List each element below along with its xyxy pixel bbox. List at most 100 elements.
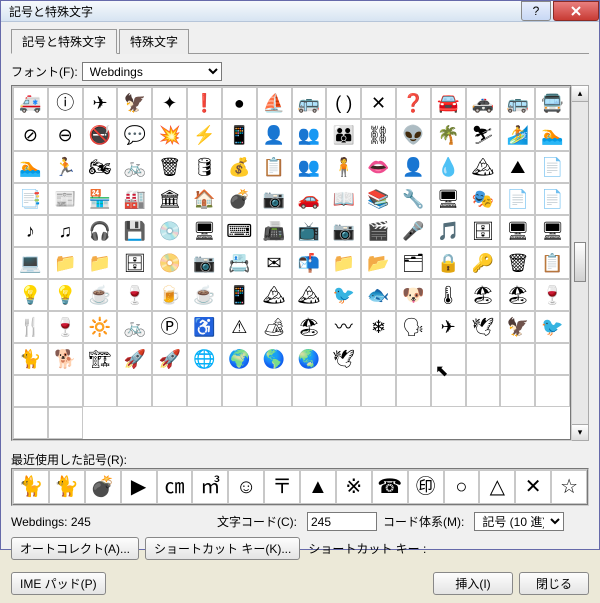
symbol-cell[interactable]: 💣 bbox=[222, 183, 257, 215]
symbol-cell[interactable] bbox=[48, 375, 83, 407]
symbol-cell[interactable]: 🖥 bbox=[431, 183, 466, 215]
symbol-cell[interactable]: 💿 bbox=[152, 215, 187, 247]
symbol-cell[interactable] bbox=[13, 407, 48, 439]
recent-symbol-cell[interactable]: △ bbox=[479, 470, 515, 504]
symbol-cell[interactable]: 👪 bbox=[326, 119, 361, 151]
symbol-cell[interactable]: 🚗 bbox=[292, 183, 327, 215]
symbol-cell[interactable] bbox=[292, 375, 327, 407]
symbol-cell[interactable] bbox=[13, 375, 48, 407]
symbol-cell[interactable]: 📁 bbox=[48, 247, 83, 279]
symbol-cell[interactable]: 🐶 bbox=[396, 279, 431, 311]
symbol-cell[interactable]: ⌨ bbox=[222, 215, 257, 247]
symbol-cell[interactable]: ✉ bbox=[257, 247, 292, 279]
symbol-cell[interactable]: ● bbox=[222, 87, 257, 119]
close-button[interactable]: 閉じる bbox=[519, 572, 589, 595]
symbol-cell[interactable]: 🚌 bbox=[500, 87, 535, 119]
symbol-cell[interactable]: 🚲 bbox=[117, 311, 152, 343]
symbol-cell[interactable] bbox=[466, 375, 501, 407]
symbol-cell[interactable]: 🚀 bbox=[117, 343, 152, 375]
symbol-cell[interactable]: 👥 bbox=[292, 151, 327, 183]
symbol-cell[interactable] bbox=[500, 343, 535, 375]
recent-symbol-cell[interactable]: ㎥ bbox=[192, 470, 228, 504]
symbol-cell[interactable]: 🦅 bbox=[500, 311, 535, 343]
symbol-cell[interactable]: 🐕 bbox=[48, 343, 83, 375]
recent-symbol-cell[interactable]: ▲ bbox=[300, 470, 336, 504]
symbol-cell[interactable]: 💾 bbox=[117, 215, 152, 247]
recent-symbol-cell[interactable]: ☎ bbox=[372, 470, 408, 504]
symbol-cell[interactable] bbox=[361, 375, 396, 407]
symbol-cell[interactable]: 🔆 bbox=[83, 311, 118, 343]
symbol-cell[interactable]: 🌴 bbox=[431, 119, 466, 151]
symbol-cell[interactable] bbox=[396, 343, 431, 375]
symbol-cell[interactable]: 📷 bbox=[187, 247, 222, 279]
recent-symbol-cell[interactable]: ☆ bbox=[551, 470, 587, 504]
recent-symbol-cell[interactable]: ㎝ bbox=[157, 470, 193, 504]
symbol-cell[interactable]: 📄 bbox=[535, 183, 570, 215]
symbol-cell[interactable]: 🐦 bbox=[535, 311, 570, 343]
symbol-cell[interactable]: ✦ bbox=[152, 87, 187, 119]
symbol-cell[interactable]: 🎧 bbox=[83, 215, 118, 247]
symbol-cell[interactable]: 🎵 bbox=[431, 215, 466, 247]
symbol-cell[interactable] bbox=[48, 407, 83, 439]
symbol-cell[interactable]: 🏖 bbox=[292, 311, 327, 343]
symbol-cell[interactable]: 🚲 bbox=[117, 151, 152, 183]
symbol-cell[interactable] bbox=[222, 375, 257, 407]
symbol-cell[interactable]: 🗑 bbox=[500, 247, 535, 279]
scroll-up-button[interactable]: ▴ bbox=[572, 86, 588, 102]
symbol-cell[interactable]: 🚓 bbox=[466, 87, 501, 119]
symbol-cell[interactable] bbox=[152, 375, 187, 407]
tab-1[interactable]: 特殊文字 bbox=[119, 29, 189, 54]
symbol-cell[interactable]: 🏠 bbox=[187, 183, 222, 215]
symbol-cell[interactable]: 📄 bbox=[535, 151, 570, 183]
symbol-cell[interactable] bbox=[83, 375, 118, 407]
symbol-cell[interactable]: 🦅 bbox=[117, 87, 152, 119]
symbol-cell[interactable]: 🖥 bbox=[535, 215, 570, 247]
symbol-cell[interactable]: ( ) bbox=[326, 87, 361, 119]
recent-symbol-cell[interactable]: ☺ bbox=[228, 470, 264, 504]
symbol-cell[interactable]: 🍺 bbox=[152, 279, 187, 311]
code-system-select[interactable]: 記号 (10 進) bbox=[474, 512, 564, 531]
symbol-cell[interactable] bbox=[431, 343, 466, 375]
symbol-cell[interactable]: ❄ bbox=[361, 311, 396, 343]
symbol-cell[interactable]: ⛓ bbox=[361, 119, 396, 151]
symbol-cell[interactable]: 🚌 bbox=[292, 87, 327, 119]
symbol-cell[interactable]: 💰 bbox=[222, 151, 257, 183]
symbol-cell[interactable]: 📠 bbox=[257, 215, 292, 247]
symbol-cell[interactable] bbox=[535, 343, 570, 375]
symbol-cell[interactable]: 🌎 bbox=[257, 343, 292, 375]
symbol-cell[interactable]: 📷 bbox=[326, 215, 361, 247]
shortcut-key-button[interactable]: ショートカット キー(K)... bbox=[145, 537, 300, 560]
ime-pad-button[interactable]: IME パッド(P) bbox=[11, 572, 106, 595]
symbol-cell[interactable]: 🐟 bbox=[361, 279, 396, 311]
symbol-cell[interactable] bbox=[257, 375, 292, 407]
symbol-cell[interactable]: 🚭 bbox=[83, 119, 118, 151]
symbol-cell[interactable]: 🏖 bbox=[500, 279, 535, 311]
symbol-cell[interactable]: 💥 bbox=[152, 119, 187, 151]
symbol-cell[interactable] bbox=[466, 343, 501, 375]
symbol-cell[interactable]: 📀 bbox=[152, 247, 187, 279]
symbol-cell[interactable]: 〰 bbox=[326, 311, 361, 343]
symbol-cell[interactable]: ☕ bbox=[83, 279, 118, 311]
recent-symbol-cell[interactable]: ※ bbox=[336, 470, 372, 504]
symbol-cell[interactable] bbox=[187, 375, 222, 407]
symbol-cell[interactable]: 🏕 bbox=[257, 311, 292, 343]
font-select[interactable]: Webdings bbox=[82, 62, 222, 81]
symbol-cell[interactable] bbox=[361, 343, 396, 375]
symbol-cell[interactable]: 📋 bbox=[535, 247, 570, 279]
symbol-cell[interactable]: 🌡 bbox=[431, 279, 466, 311]
symbol-cell[interactable] bbox=[431, 375, 466, 407]
symbol-cell[interactable]: 📋 bbox=[257, 151, 292, 183]
symbol-cell[interactable]: 🚀 bbox=[152, 343, 187, 375]
symbol-cell[interactable]: 🚍 bbox=[535, 87, 570, 119]
symbol-cell[interactable]: 📺 bbox=[292, 215, 327, 247]
symbol-cell[interactable]: 🎬 bbox=[361, 215, 396, 247]
symbol-cell[interactable]: 🌍 bbox=[222, 343, 257, 375]
symbol-cell[interactable]: 🏪 bbox=[83, 183, 118, 215]
symbol-cell[interactable]: 👤 bbox=[257, 119, 292, 151]
symbol-cell[interactable]: 🔒 bbox=[431, 247, 466, 279]
symbol-cell[interactable]: 📑 bbox=[13, 183, 48, 215]
symbol-cell[interactable]: 👄 bbox=[361, 151, 396, 183]
symbol-cell[interactable] bbox=[396, 375, 431, 407]
symbol-cell[interactable]: Ⓟ bbox=[152, 311, 187, 343]
symbol-cell[interactable]: ✕ bbox=[361, 87, 396, 119]
